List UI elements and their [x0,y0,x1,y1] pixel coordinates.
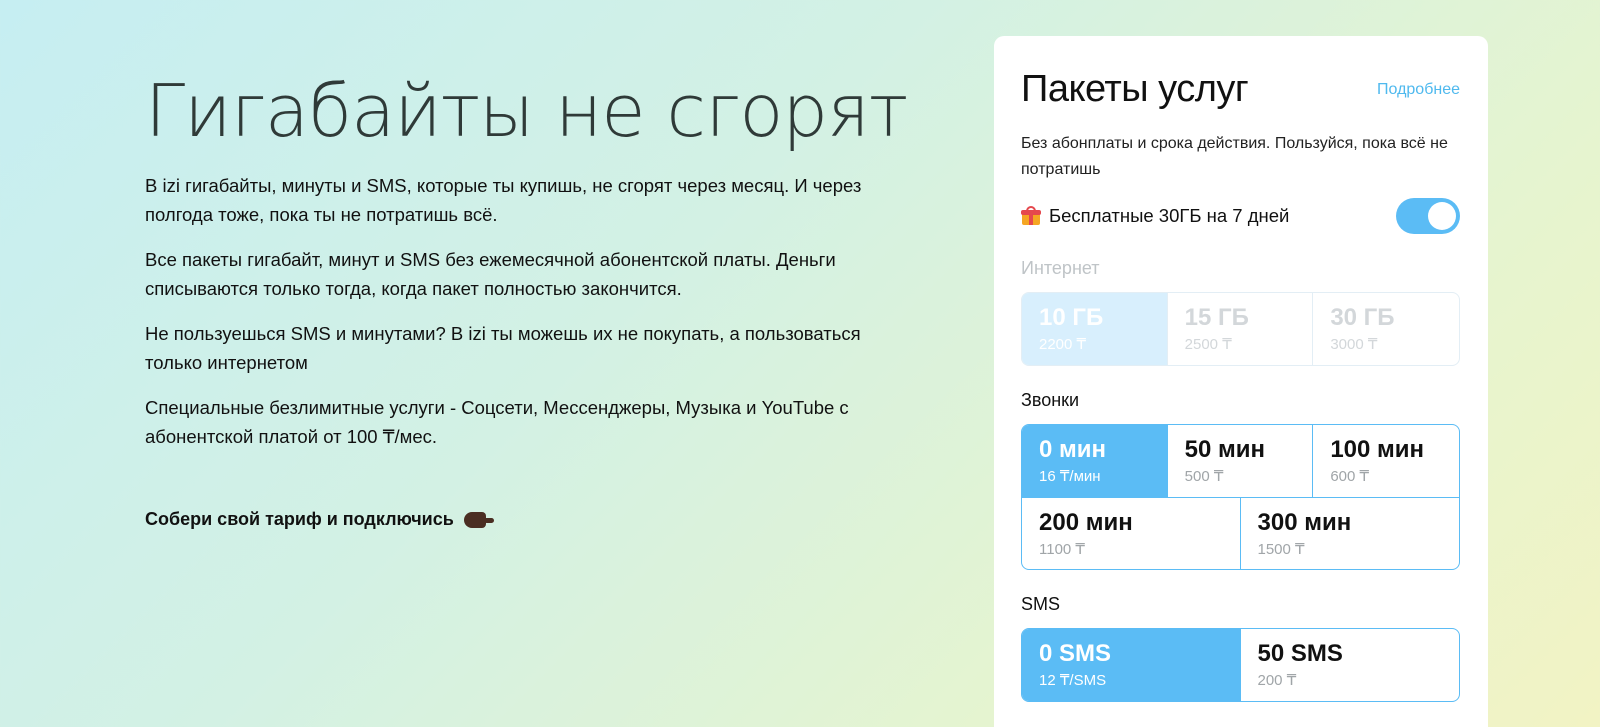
option-name: 0 SMS [1039,640,1112,667]
card-subtitle: Без абонплаты и срока действия. Пользуйс… [1021,135,1448,178]
hero-title: Гигабайты не сгорят [145,69,908,153]
more-link[interactable]: Подробнее [1377,81,1460,99]
option-name: 50 SMS [1257,640,1343,667]
hero-paragraph: В izi гигабайты, минуты и SMS, которые т… [145,175,862,226]
sms-label: SMS [1021,594,1061,614]
option-price: 2500 ₸ [1184,336,1232,353]
option-name: 200 мин [1039,509,1133,536]
calls-option-50[interactable]: 50 мин 500 ₸ [1168,425,1314,497]
internet-option-30gb[interactable]: 30 ГБ 3000 ₸ [1313,293,1459,365]
sms-option-50[interactable]: 50 SMS 200 ₸ [1241,629,1460,701]
option-name: 15 ГБ [1184,304,1249,331]
option-name: 0 мин [1039,436,1107,463]
calls-option-300[interactable]: 300 мин 1500 ₸ [1240,497,1459,569]
internet-label: Интернет [1021,258,1100,278]
calls-option-200[interactable]: 200 мин 1100 ₸ [1022,497,1241,569]
internet-option-10gb[interactable]: 10 ГБ 2200 ₸ [1022,293,1168,365]
option-price: 200 ₸ [1257,672,1297,689]
cta-label: Собери свой тариф и подключись [145,509,454,530]
hero-paragraph: Специальные безлимитные услуги - Соцсети… [145,397,849,448]
promo-text: Бесплатные 30ГБ на 7 дней [1049,205,1290,226]
free-gb-promo: Бесплатные 30ГБ на 7 дней [1021,198,1460,234]
promo-toggle[interactable] [1396,198,1460,234]
sms-option-0[interactable]: 0 SMS 12 ₸/SMS [1022,629,1241,701]
gift-icon [1021,206,1041,226]
hero-paragraph: Не пользуешься SMS и минутами? В izi ты … [145,323,861,374]
calls-option-100[interactable]: 100 мин 600 ₸ [1313,425,1459,497]
option-price: 500 ₸ [1184,468,1224,485]
option-name: 10 ГБ [1039,304,1104,331]
internet-options: 10 ГБ 2200 ₸ 15 ГБ 2500 ₸ 30 ГБ 3000 ₸ [1021,292,1460,366]
option-name: 300 мин [1257,509,1352,536]
sms-options: 0 SMS 12 ₸/SMS 50 SMS 200 ₸ [1021,628,1460,702]
calls-options: 0 мин 16 ₸/мин 50 мин 500 ₸ 100 мин 600 … [1021,424,1460,570]
calls-option-0[interactable]: 0 мин 16 ₸/мин [1022,425,1168,497]
pointing-hand-icon [463,511,494,528]
option-name: 100 мин [1330,436,1425,463]
option-name: 30 ГБ [1330,304,1395,331]
hero-section: Гигабайты не сгорят В izi гигабайты, мин… [145,69,908,530]
option-price: 12 ₸/SMS [1039,672,1107,689]
option-price: 600 ₸ [1330,468,1370,485]
service-packages-card: Пакеты услуг Подробнее Без абонплаты и с… [994,36,1488,727]
option-price: 2200 ₸ [1039,336,1087,353]
option-name: 50 мин [1184,436,1266,463]
option-price: 3000 ₸ [1330,336,1378,353]
toggle-knob [1428,202,1456,230]
hero-paragraph: Все пакеты гигабайт, минут и SMS без еже… [145,249,836,300]
cta-text: Собери свой тариф и подключись [145,509,890,530]
internet-option-15gb[interactable]: 15 ГБ 2500 ₸ [1168,293,1314,365]
card-title: Пакеты услуг [1021,68,1249,110]
calls-label: Звонки [1021,390,1080,410]
option-price: 1500 ₸ [1257,541,1305,558]
option-price: 16 ₸/мин [1039,468,1101,485]
option-price: 1100 ₸ [1039,541,1085,558]
